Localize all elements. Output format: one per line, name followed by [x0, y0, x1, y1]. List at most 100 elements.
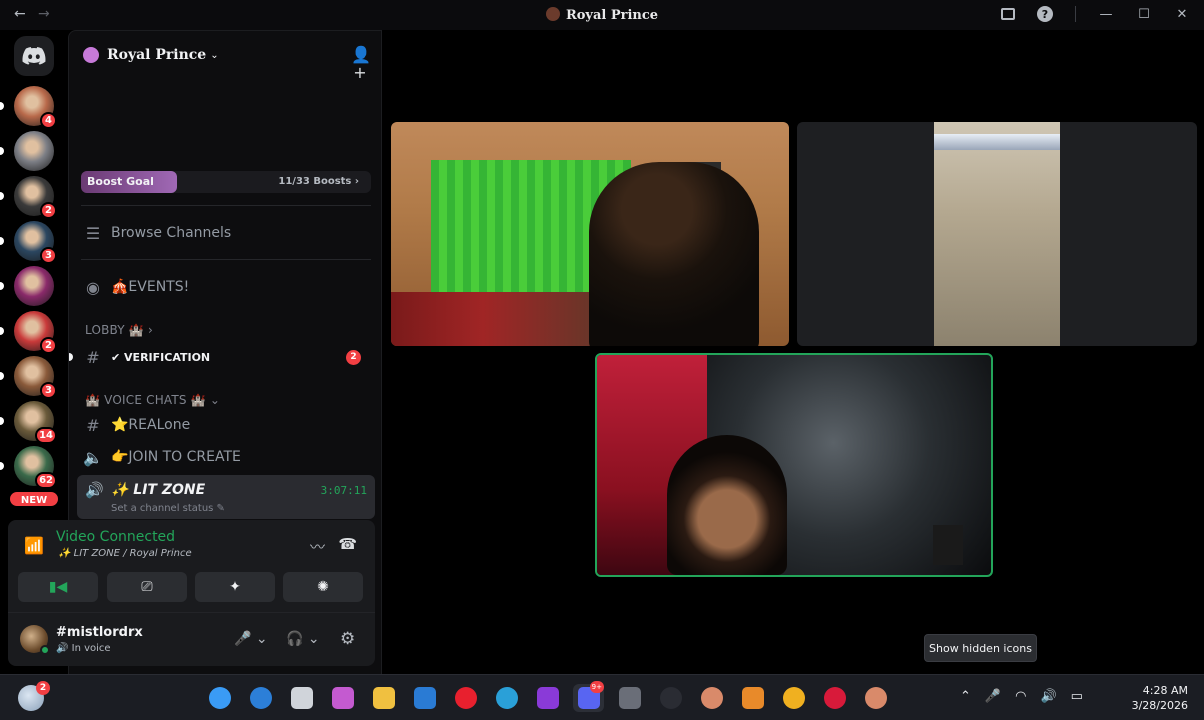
battery-icon[interactable]: ▭ — [1071, 689, 1083, 704]
windows-taskbar: 2 9+ ⌃ 🎤 ◠ 🔊 ▭ 4:28 AM 3/28/2026 — [0, 674, 1204, 720]
app-badge: 9+ — [589, 681, 604, 693]
video-tile[interactable] — [797, 122, 1197, 346]
taskbar-opera-gx-icon[interactable] — [819, 684, 850, 712]
help-icon[interactable]: ? — [1037, 6, 1053, 22]
soundboard-button[interactable]: ✺ — [283, 572, 363, 602]
taskbar-copilot-icon[interactable] — [327, 684, 358, 712]
activities-button[interactable]: ✦ — [195, 572, 275, 602]
voice-channel-icon: 🔊 — [85, 481, 104, 499]
taskbar-camera-icon[interactable] — [614, 684, 645, 712]
disconnect-icon[interactable]: ☎ — [338, 535, 357, 553]
boost-count: 11/33 Boosts › — [278, 176, 359, 187]
unread-pill — [0, 462, 4, 470]
clock-time: 4:28 AM — [1142, 684, 1188, 697]
chevron-down-icon: ⌄ — [210, 49, 219, 61]
taskbar-task-view-icon[interactable] — [286, 684, 317, 712]
category-lobby[interactable]: LOBBY 🏰 › — [85, 323, 153, 337]
video-background — [391, 292, 621, 346]
unread-pill — [0, 102, 4, 110]
channel-events[interactable]: ◉ 🎪EVENTS! — [77, 273, 375, 301]
weather-widget-icon[interactable]: 2 — [18, 681, 50, 711]
taskbar-app-glyph — [331, 687, 354, 709]
taskbar-app-face-2-icon[interactable] — [860, 684, 891, 712]
video-tile[interactable] — [391, 122, 789, 346]
system-tray: ⌃ 🎤 ◠ 🔊 ▭ — [960, 689, 1083, 704]
category-voice-chats[interactable]: 🏰 VOICE CHATS 🏰 ⌄ — [85, 393, 220, 407]
taskbar-search-icon[interactable] — [245, 684, 276, 712]
taskbar-app-glyph — [782, 687, 805, 709]
server-icon[interactable]: 14 — [14, 401, 57, 444]
settings-gear-icon[interactable]: ⚙ — [340, 629, 355, 649]
invite-people-icon[interactable]: 👤+ — [351, 46, 371, 82]
taskbar-obs-icon[interactable] — [655, 684, 686, 712]
server-header[interactable]: Royal Prince ⌄ 👤+ — [83, 45, 371, 82]
video-participant — [589, 162, 759, 346]
server-icon[interactable]: 4 — [14, 86, 57, 129]
weather-badge: 2 — [36, 681, 50, 695]
set-channel-status[interactable]: Set a channel status ✎ — [111, 503, 225, 514]
video-background — [933, 525, 963, 565]
taskbar-discord-icon[interactable]: 9+ — [573, 681, 604, 712]
mention-badge: 4 — [40, 112, 57, 129]
taskbar-app-glyph — [208, 687, 231, 709]
channel-verification[interactable]: # ✔ VERIFICATION 2 — [77, 343, 375, 371]
divider — [81, 259, 371, 260]
channel-realone[interactable]: # ⭐REALone — [77, 411, 375, 439]
video-tile-speaking[interactable] — [595, 353, 993, 577]
server-icon[interactable]: 2 — [14, 176, 57, 219]
inbox-icon[interactable] — [1001, 8, 1015, 20]
server-icon[interactable] — [14, 266, 54, 306]
microphone-tray-icon[interactable]: 🎤 — [985, 689, 1001, 704]
server-icon[interactable] — [14, 131, 54, 171]
taskbar-chrome-icon[interactable] — [778, 684, 809, 712]
volume-icon[interactable]: 🔊 — [1040, 689, 1056, 704]
divider — [81, 205, 371, 206]
title-divider — [1075, 6, 1076, 22]
title-bar: ← → Royal Prince ? — ☐ ✕ — [0, 0, 1204, 30]
server-icon[interactable]: 3 — [14, 221, 57, 264]
noise-suppression-icon[interactable]: 〰 — [310, 536, 325, 557]
maximize-icon[interactable]: ☐ — [1136, 6, 1152, 22]
clock[interactable]: 4:28 AM 3/28/2026 — [1132, 683, 1188, 713]
taskbar-app-glyph — [618, 687, 641, 709]
unread-pill — [0, 147, 4, 155]
discord-home-button[interactable] — [14, 36, 54, 76]
voice-status-subtitle[interactable]: ✨ LIT ZONE / Royal Prince — [58, 548, 192, 559]
mention-badge: 3 — [40, 247, 57, 264]
minimize-icon[interactable]: — — [1098, 6, 1114, 22]
discord-logo-icon — [22, 47, 46, 65]
server-icon[interactable]: 2 — [14, 311, 57, 354]
channel-lit-zone[interactable]: 🔊 ✨ LIT ZONE Set a channel status ✎ 3:07… — [77, 475, 375, 519]
taskbar-app-glyph — [249, 687, 272, 709]
username[interactable]: #mistlordrx — [56, 625, 143, 640]
boost-goal-bar[interactable]: Boost Goal 11/33 Boosts › — [81, 171, 371, 193]
wifi-icon[interactable]: ◠ — [1015, 689, 1026, 704]
new-servers-badge[interactable]: NEW — [8, 490, 60, 508]
close-icon[interactable]: ✕ — [1174, 6, 1190, 22]
headphones-icon[interactable]: 🎧 ⌄ — [286, 631, 320, 647]
call-timer: 3:07:11 — [320, 484, 367, 497]
show-hidden-icons-chevron-icon[interactable]: ⌃ — [960, 689, 971, 704]
mention-badge: 2 — [346, 350, 361, 365]
taskbar-opera-icon[interactable] — [450, 684, 481, 712]
taskbar-file-explorer-icon[interactable] — [368, 684, 399, 712]
taskbar-start-icon[interactable] — [204, 684, 235, 712]
taskbar-fl-studio-icon[interactable] — [737, 684, 768, 712]
taskbar-app-face-1-icon[interactable] — [696, 684, 727, 712]
share-screen-button[interactable]: ⎚ — [107, 572, 187, 602]
server-icon — [83, 47, 99, 63]
taskbar-app-glyph — [413, 687, 436, 709]
server-icon[interactable]: 3 — [14, 356, 57, 399]
taskbar-outlook-icon[interactable] — [409, 684, 440, 712]
text-channel-icon: # — [86, 415, 100, 435]
taskbar-app-glyph — [372, 687, 395, 709]
voice-channel-icon: 🔈 — [83, 447, 103, 467]
server-icon[interactable]: 62 — [14, 446, 57, 489]
microphone-icon[interactable]: 🎤 ⌄ — [234, 631, 268, 647]
taskbar-clipchamp-icon[interactable] — [532, 684, 563, 712]
connection-signal-icon[interactable]: 📶 — [24, 536, 44, 555]
browse-channels[interactable]: ☰ Browse Channels — [77, 219, 375, 247]
camera-button[interactable]: ▮◀ — [18, 572, 98, 602]
channel-join-to-create[interactable]: 🔈 👉JOIN TO CREATE — [77, 443, 375, 471]
taskbar-edge-icon[interactable] — [491, 684, 522, 712]
